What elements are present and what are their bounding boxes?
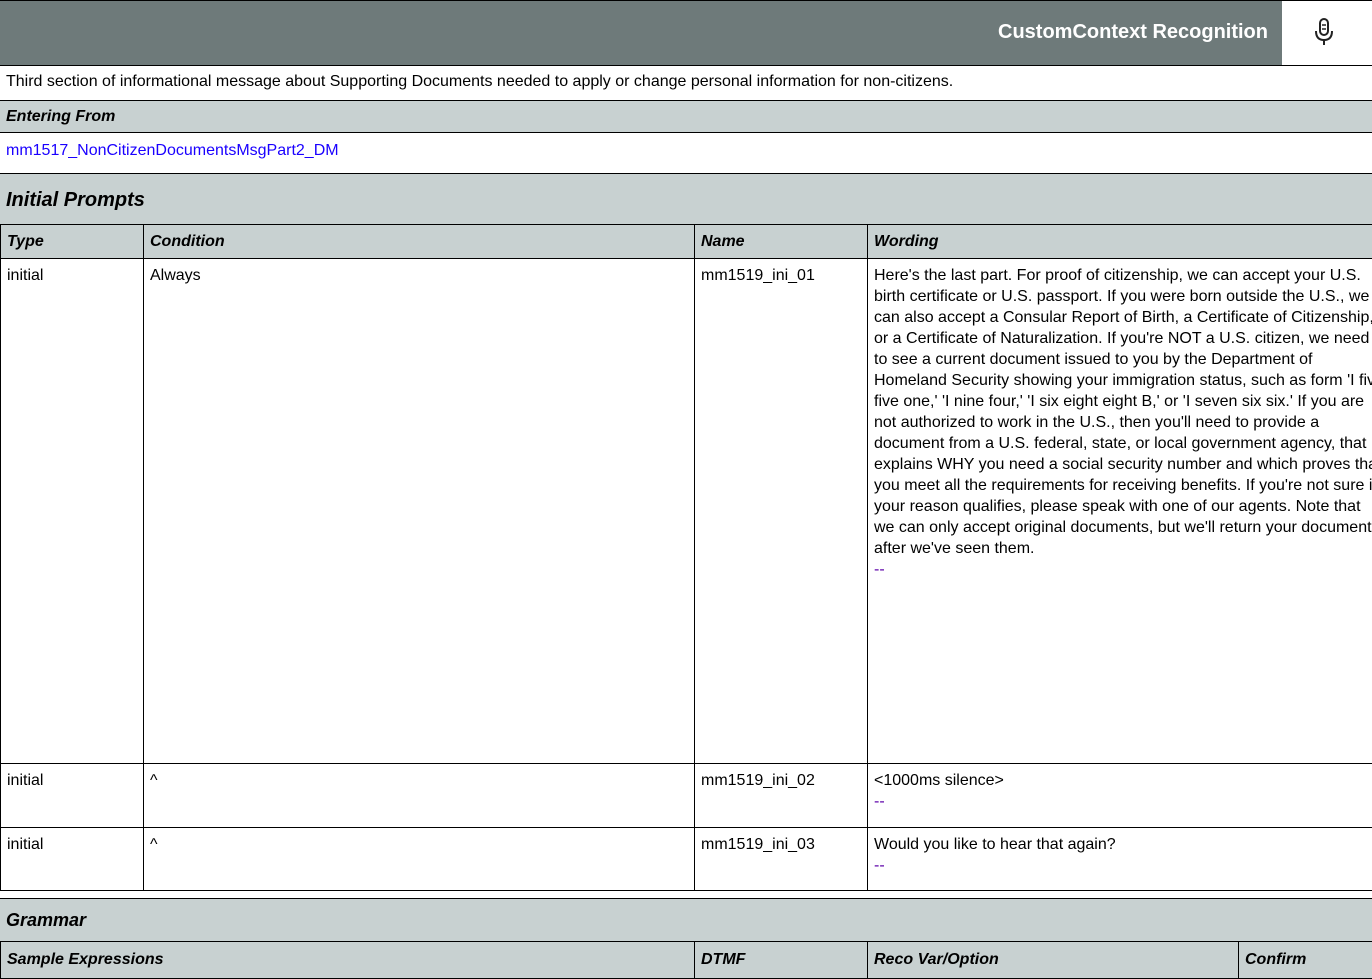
page-header: CustomContext Recognition [0,0,1372,65]
prompt-type: initial [1,764,144,828]
grammar-title: Grammar [0,898,1372,941]
column-header-wording: Wording [868,225,1372,259]
prompt-wording: Would you like to hear that again? [874,836,1116,853]
prompt-name: mm1519_ini_01 [695,259,868,764]
wording-marker: -- [874,791,1372,812]
prompt-name: mm1519_ini_03 [695,828,868,891]
initial-prompts-title: Initial Prompts [0,173,1372,224]
table-row: initial ^ mm1519_ini_02 <1000ms silence>… [1,764,1372,828]
prompt-name: mm1519_ini_02 [695,764,868,828]
column-header-confirm: Confirm [1239,942,1372,979]
column-header-reco-var: Reco Var/Option [868,942,1239,979]
column-header-condition: Condition [144,225,695,259]
entering-from-row: mm1517_NonCitizenDocumentsMsgPart2_DM [0,132,1372,173]
prompt-type: initial [1,259,144,764]
prompt-wording-cell: Would you like to hear that again? -- [868,828,1372,891]
entering-from-link[interactable]: mm1517_NonCitizenDocumentsMsgPart2_DM [6,142,339,159]
prompt-wording-cell: Here's the last part. For proof of citiz… [868,259,1372,764]
table-row: initial Always mm1519_ini_01 Here's the … [1,259,1372,764]
prompt-wording-cell: <1000ms silence> -- [868,764,1372,828]
mic-area [1282,1,1372,66]
wording-marker: -- [874,855,1372,876]
wording-marker: -- [874,559,1372,580]
prompt-wording: <1000ms silence> [874,772,1004,789]
page-title: CustomContext Recognition [998,21,1268,44]
column-header-name: Name [695,225,868,259]
prompt-condition: Always [144,259,695,764]
column-header-sample-expressions: Sample Expressions [1,942,695,979]
prompt-type: initial [1,828,144,891]
state-description: Third section of informational message a… [0,65,1372,100]
table-row: initial ^ mm1519_ini_03 Would you like t… [1,828,1372,891]
prompt-condition: ^ [144,828,695,891]
prompt-wording: Here's the last part. For proof of citiz… [874,267,1372,557]
column-header-type: Type [1,225,144,259]
grammar-header-row: Sample Expressions DTMF Reco Var/Option … [1,942,1372,979]
column-header-dtmf: DTMF [695,942,868,979]
initial-prompts-table: Type Condition Name Wording initial Alwa… [0,224,1372,891]
entering-from-label: Entering From [0,100,1372,132]
microphone-icon [1312,17,1336,47]
table-header-row: Type Condition Name Wording [1,225,1372,259]
grammar-table: Sample Expressions DTMF Reco Var/Option … [0,941,1372,979]
prompt-condition: ^ [144,764,695,828]
